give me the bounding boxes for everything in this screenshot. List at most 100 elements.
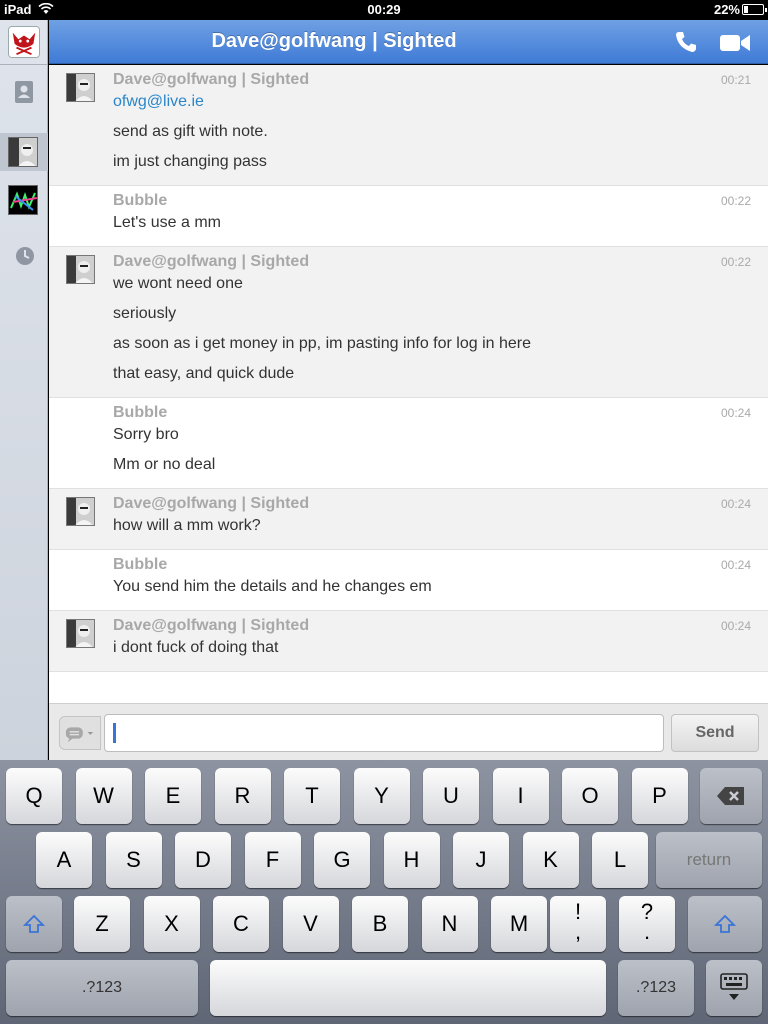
key-u[interactable]: U bbox=[423, 768, 479, 824]
key-v[interactable]: V bbox=[282, 896, 339, 952]
message-timestamp: 00:24 bbox=[720, 558, 751, 572]
sender-avatar[interactable] bbox=[66, 255, 95, 284]
key-question-period[interactable]: ?. bbox=[619, 896, 675, 952]
sidebar-divider bbox=[0, 64, 48, 65]
sender-name: Bubble bbox=[113, 404, 168, 421]
space-key[interactable] bbox=[210, 960, 606, 1016]
key-j[interactable]: J bbox=[453, 832, 509, 888]
key-r[interactable]: R bbox=[214, 768, 271, 824]
sender-name: Bubble bbox=[113, 192, 168, 209]
key-d[interactable]: D bbox=[175, 832, 231, 888]
key-period-label: . bbox=[643, 919, 651, 944]
key-t[interactable]: T bbox=[284, 768, 340, 824]
key-o[interactable]: O bbox=[562, 768, 618, 824]
shift-icon bbox=[714, 914, 736, 933]
app-root: { "status_bar": { "device": "iPad", "tim… bbox=[0, 0, 768, 1024]
shift-icon bbox=[23, 914, 45, 933]
sender-name: Dave@golfwang | Sighted bbox=[113, 495, 310, 512]
key-i[interactable]: I bbox=[492, 768, 549, 824]
key-m[interactable]: M bbox=[491, 896, 547, 952]
key-w[interactable]: W bbox=[75, 768, 132, 824]
app-logo[interactable] bbox=[8, 26, 40, 58]
battery-percent: 22% bbox=[713, 2, 740, 17]
message-text: that easy, and quick dude bbox=[113, 365, 295, 382]
phone-icon[interactable] bbox=[674, 30, 698, 54]
chat-header: Dave@golfwang | Sighted bbox=[49, 20, 768, 64]
text-cursor bbox=[113, 723, 116, 743]
key-c[interactable]: C bbox=[213, 896, 269, 952]
message-group: Bubble 00:22 Let's use a mm bbox=[49, 186, 768, 247]
message-text: Mm or no deal bbox=[113, 456, 216, 473]
contacts-icon[interactable] bbox=[14, 80, 34, 104]
backspace-icon bbox=[717, 787, 744, 805]
key-q[interactable]: Q bbox=[6, 768, 62, 824]
key-h[interactable]: H bbox=[383, 832, 440, 888]
message-timestamp: 00:21 bbox=[720, 73, 751, 87]
hide-keyboard-key[interactable] bbox=[706, 960, 762, 1016]
sender-avatar[interactable] bbox=[66, 73, 95, 102]
sender-name: Dave@golfwang | Sighted bbox=[113, 71, 310, 88]
send-button[interactable]: Send bbox=[671, 714, 759, 752]
message-timestamp: 00:24 bbox=[720, 406, 751, 420]
return-key[interactable]: return bbox=[656, 832, 762, 888]
key-f[interactable]: F bbox=[244, 832, 301, 888]
key-e[interactable]: E bbox=[145, 768, 201, 824]
sender-name: Dave@golfwang | Sighted bbox=[113, 253, 310, 270]
message-group: Bubble 00:24 You send him the details and … bbox=[49, 550, 768, 611]
key-x[interactable]: X bbox=[143, 896, 200, 952]
message-group: Dave@golfwang | Sighted 00:24 i dont fuck … bbox=[49, 611, 768, 672]
message-group: Dave@golfwang | Sighted 00:24 how will a m… bbox=[49, 489, 768, 550]
key-a[interactable]: A bbox=[36, 832, 92, 888]
message-text: we wont need one bbox=[113, 275, 243, 292]
key-z[interactable]: Z bbox=[74, 896, 130, 952]
message-text: im just changing pass bbox=[113, 153, 267, 170]
numbers-key-right[interactable]: .?123 bbox=[618, 960, 694, 1016]
message-text: i dont fuck of doing that bbox=[113, 639, 279, 656]
message-timestamp: 00:22 bbox=[720, 194, 751, 208]
chat-title: Dave@golfwang | Sighted bbox=[211, 30, 457, 52]
sender-avatar[interactable] bbox=[66, 497, 95, 526]
on-screen-keyboard: Q W E R T Y U I O P A S D F G H J K Lreturn Z X C V B N M!,?. .?12… bbox=[0, 760, 768, 1024]
message-group: Dave@golfwang | Sighted 00:21 ofwg@live.ie… bbox=[49, 65, 768, 186]
key-exclamation-comma[interactable]: !, bbox=[550, 896, 606, 952]
message-group: Dave@golfwang | Sighted 00:22 we wont need… bbox=[49, 247, 768, 398]
contact-avatar-group[interactable] bbox=[8, 185, 38, 215]
message-timestamp: 00:22 bbox=[720, 255, 751, 269]
message-list[interactable]: Dave@golfwang | Sighted 00:21 ofwg@live.ie… bbox=[49, 65, 768, 703]
message-text: Let's use a mm bbox=[113, 214, 221, 231]
message-text: Sorry bro bbox=[113, 426, 179, 443]
speech-bubble-icon bbox=[65, 727, 94, 743]
key-p[interactable]: P bbox=[631, 768, 688, 824]
message-link[interactable]: ofwg@live.ie bbox=[113, 93, 768, 111]
sender-name: Bubble bbox=[113, 556, 168, 573]
status-bar: iPad 00:29 22% bbox=[0, 0, 768, 20]
shift-key-left[interactable] bbox=[6, 896, 62, 952]
message-text: as soon as i get money in pp, im pasting… bbox=[113, 335, 532, 352]
shift-key-right[interactable] bbox=[688, 896, 762, 952]
message-timestamp: 00:24 bbox=[720, 619, 751, 633]
key-l[interactable]: L bbox=[592, 832, 648, 888]
compose-bar: Send bbox=[49, 703, 768, 760]
history-clock-icon[interactable] bbox=[15, 246, 35, 266]
key-k[interactable]: K bbox=[522, 832, 579, 888]
backspace-key[interactable] bbox=[700, 768, 762, 824]
message-input[interactable] bbox=[104, 714, 664, 752]
message-text: You send him the details and he changes … bbox=[113, 578, 432, 595]
key-comma-label: , bbox=[574, 919, 582, 944]
key-g[interactable]: G bbox=[314, 832, 370, 888]
message-text: how will a mm work? bbox=[113, 517, 261, 534]
clock: 00:29 bbox=[367, 2, 401, 17]
key-s[interactable]: S bbox=[105, 832, 162, 888]
key-y[interactable]: Y bbox=[353, 768, 410, 824]
key-b[interactable]: B bbox=[352, 896, 408, 952]
video-camera-icon[interactable] bbox=[719, 32, 751, 54]
battery-icon bbox=[742, 4, 767, 15]
sender-avatar[interactable] bbox=[66, 619, 95, 648]
keyboard-dismiss-icon bbox=[720, 973, 748, 1000]
key-n[interactable]: N bbox=[421, 896, 478, 952]
numbers-key-left[interactable]: .?123 bbox=[6, 960, 198, 1016]
sender-name: Dave@golfwang | Sighted bbox=[113, 617, 310, 634]
emoticon-picker-button[interactable] bbox=[59, 716, 101, 750]
contact-avatar-dave[interactable] bbox=[8, 137, 38, 167]
message-text: seriously bbox=[113, 305, 177, 322]
